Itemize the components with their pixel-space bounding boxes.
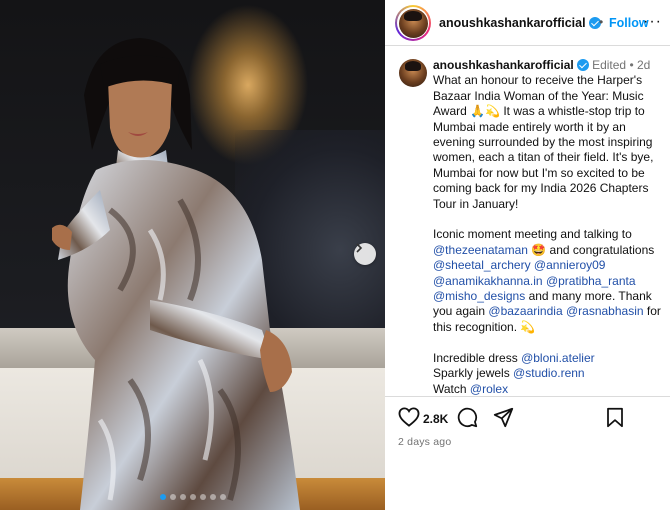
comment-bubble-icon[interactable] [457,407,478,428]
carousel-indicator [0,494,385,500]
avatar[interactable] [395,5,431,41]
mention-link[interactable]: @sheetal_archery [433,258,531,272]
mention-link[interactable]: @bazaarindia [488,304,562,318]
mention-link[interactable]: @anamikakhanna.in [433,274,543,288]
caption-avatar[interactable] [399,59,427,87]
credit-label: Incredible dress [433,350,518,365]
post-photo[interactable] [0,0,385,510]
mention-link[interactable]: @misho_designs [433,289,525,303]
carousel-dot[interactable] [199,494,206,500]
carousel-next-button[interactable] [354,243,376,265]
more-options-icon[interactable]: ··· [643,14,662,30]
post-details-panel: anoushkashankarofficial • Follow ··· ano… [385,0,670,510]
header-username[interactable]: anoushkashankarofficial [439,16,601,30]
edited-label: Edited [592,58,627,72]
bookmark-icon[interactable] [606,407,624,428]
caption-area[interactable]: anoushkashankarofficial Edited • 2d What… [385,47,670,396]
caption-username[interactable]: anoushkashankarofficial [433,58,574,72]
mention-link[interactable]: @thezeenataman [433,243,528,257]
meta-separator: • [629,58,634,72]
carousel-dot[interactable] [219,494,226,500]
heart-icon[interactable] [398,407,420,427]
post-header: anoushkashankarofficial • Follow ··· [385,0,670,46]
action-bar: 2.8K [385,396,670,440]
username-link[interactable]: anoushkashankarofficial [439,16,586,30]
like-count[interactable]: 2.8K [423,412,448,426]
mention-link[interactable]: @pratibha_ranta [546,274,636,288]
credit-label: Watch [433,381,467,396]
credit-label: Sparkly jewels [433,366,510,381]
post-timestamp[interactable]: 2 days ago [398,436,451,448]
mention-link[interactable]: @annieroy09 [534,258,606,272]
carousel-dot[interactable] [209,494,216,500]
mention-link[interactable]: @bloni.atelier [521,351,595,365]
post-age: 2d [636,58,651,72]
carousel-dot[interactable] [189,494,196,500]
woman-figure [52,38,301,510]
paper-plane-icon[interactable] [493,407,514,428]
mention-link[interactable]: @rolex [470,382,508,396]
caption-text-segment: Iconic moment meeting and talking to [433,227,632,242]
chevron-right-icon [356,243,363,253]
mention-link[interactable]: @studio.renn [513,366,585,380]
carousel-dot[interactable] [159,494,166,500]
caption-text-segment: 🤩 and congratulations [531,242,655,257]
caption-text: anoushkashankarofficial Edited • 2d What… [433,58,663,396]
carousel-dot[interactable] [179,494,186,500]
caption-paragraph-1: What an honour to receive the Harper's B… [433,73,654,211]
header-separator: • [599,15,604,29]
mention-link[interactable]: @rasnabhasin [566,304,644,318]
carousel-dot[interactable] [169,494,176,500]
verified-badge-icon [576,59,589,71]
